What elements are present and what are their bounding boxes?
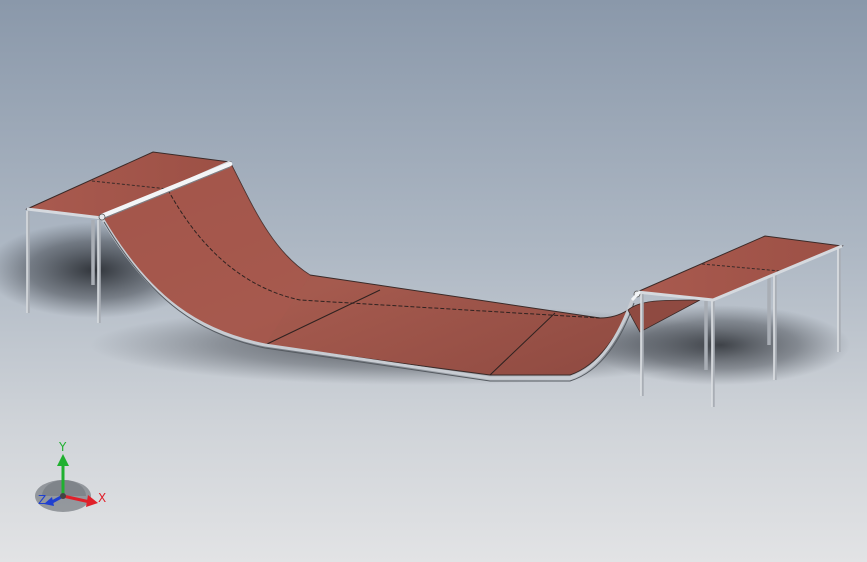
graphics-viewport[interactable]: Y X Z: [0, 0, 867, 562]
y-axis-label: Y: [58, 440, 67, 454]
z-axis-label: Z: [38, 493, 46, 507]
x-axis-label: X: [98, 491, 106, 505]
coordinate-triad[interactable]: Y X Z: [30, 440, 120, 520]
half-pipe-model[interactable]: [0, 0, 867, 562]
